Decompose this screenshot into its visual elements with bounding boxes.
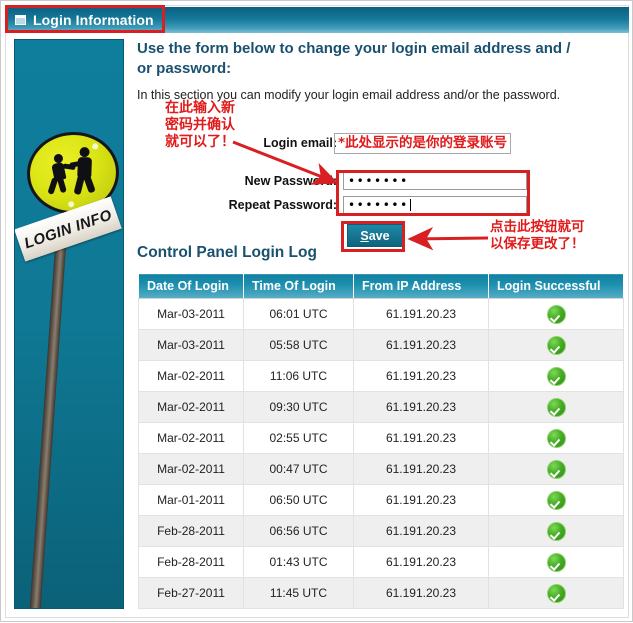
- cell-date: Mar-01-2011: [138, 484, 244, 516]
- sign-bolt-bottom: [67, 201, 75, 208]
- cell-success: [488, 577, 624, 609]
- cell-success: [488, 298, 624, 330]
- login-email-label: Login email:: [263, 136, 337, 150]
- table-row: Mar-02-2011 00:47 UTC 61.191.20.23: [138, 453, 624, 485]
- success-check-icon: [546, 304, 566, 324]
- table-row: Mar-01-2011 06:50 UTC 61.191.20.23: [138, 484, 624, 516]
- cell-ip: 61.191.20.23: [353, 453, 489, 485]
- cell-time: 05:58 UTC: [243, 329, 354, 361]
- success-check-icon: [546, 335, 566, 355]
- pedestrian-figure-b-head: [79, 146, 90, 158]
- success-check-icon: [546, 428, 566, 448]
- repeat-password-value: •••••••: [348, 198, 409, 212]
- annotation-note-left: 在此输入新 密码并确认 就可以了！: [165, 100, 235, 150]
- repeat-password-row: Repeat Password:: [137, 198, 337, 212]
- success-check-icon: [546, 490, 566, 510]
- login-log-table: Date Of Login Time Of Login From IP Addr…: [138, 273, 624, 609]
- cell-ip: 61.191.20.23: [353, 577, 489, 609]
- section-heading: Use the form below to change your login …: [137, 40, 571, 77]
- table-row: Feb-27-2011 11:45 UTC 61.191.20.23: [138, 577, 624, 609]
- save-button-accesskey: S: [360, 228, 369, 243]
- cell-success: [488, 329, 624, 361]
- table-row: Feb-28-2011 06:56 UTC 61.191.20.23: [138, 515, 624, 547]
- annotation-box-header: [5, 5, 165, 33]
- table-body: Mar-03-2011 06:01 UTC 61.191.20.23 Mar-03-2…: [138, 298, 624, 609]
- cell-ip: 61.191.20.23: [353, 484, 489, 516]
- cell-time: 02:55 UTC: [243, 422, 354, 454]
- success-check-icon: [546, 552, 566, 572]
- cell-time: 00:47 UTC: [243, 453, 354, 485]
- photo-sky: [15, 40, 123, 608]
- success-check-icon: [546, 366, 566, 386]
- cell-time: 11:06 UTC: [243, 360, 354, 392]
- cell-time: 09:30 UTC: [243, 391, 354, 423]
- cell-date: Mar-02-2011: [138, 391, 244, 423]
- table-row: Mar-02-2011 11:06 UTC 61.191.20.23: [138, 360, 624, 392]
- table-row: Mar-03-2011 05:58 UTC 61.191.20.23: [138, 329, 624, 361]
- new-password-value: •••••••: [348, 174, 409, 188]
- table-row: Mar-02-2011 09:30 UTC 61.191.20.23: [138, 391, 624, 423]
- success-check-icon: [546, 397, 566, 417]
- success-check-icon: [546, 583, 566, 603]
- save-button[interactable]: Save: [347, 224, 403, 247]
- annotation-note-right: *此处显示的是你的登录账号: [334, 133, 512, 154]
- cell-success: [488, 360, 624, 392]
- cell-date: Mar-02-2011: [138, 453, 244, 485]
- login-info-photo: LOGIN INFO: [14, 39, 124, 609]
- cell-time: 06:50 UTC: [243, 484, 354, 516]
- cell-date: Mar-03-2011: [138, 329, 244, 361]
- success-check-icon: [546, 521, 566, 541]
- new-password-input[interactable]: •••••••: [343, 172, 527, 190]
- save-button-label: ave: [368, 228, 390, 243]
- sign-bolt-top: [91, 143, 99, 150]
- cell-ip: 61.191.20.23: [353, 422, 489, 454]
- table-row: Mar-02-2011 02:55 UTC 61.191.20.23: [138, 422, 624, 454]
- annotation-note-save: 点击此按钮就可 以保存更改了！: [490, 219, 585, 252]
- cell-ip: 61.191.20.23: [353, 391, 489, 423]
- login-log-title: Control Panel Login Log: [137, 244, 317, 261]
- new-password-row: New Password:: [137, 174, 337, 188]
- pedestrian-figure-b-leg-back: [82, 173, 96, 194]
- pedestrian-figure-a-leg-back: [56, 176, 67, 194]
- cell-ip: 61.191.20.23: [353, 329, 489, 361]
- cell-success: [488, 515, 624, 547]
- repeat-password-input[interactable]: •••••••: [343, 196, 527, 214]
- text-cursor: [409, 199, 411, 211]
- success-check-icon: [546, 459, 566, 479]
- cell-time: 11:45 UTC: [243, 577, 354, 609]
- cell-success: [488, 484, 624, 516]
- cell-ip: 61.191.20.23: [353, 546, 489, 578]
- cell-ip: 61.191.20.23: [353, 515, 489, 547]
- cell-date: Mar-02-2011: [138, 422, 244, 454]
- page-frame: Login Information LOGIN INFO Use the for…: [0, 0, 633, 622]
- cell-success: [488, 422, 624, 454]
- cell-date: Mar-03-2011: [138, 298, 244, 330]
- cell-success: [488, 546, 624, 578]
- column-header-time[interactable]: Time Of Login: [243, 273, 354, 299]
- table-row: Mar-03-2011 06:01 UTC 61.191.20.23: [138, 298, 624, 330]
- column-header-success[interactable]: Login Successful: [488, 273, 624, 299]
- table-row: Feb-28-2011 01:43 UTC 61.191.20.23: [138, 546, 624, 578]
- cell-success: [488, 453, 624, 485]
- table-header-row: Date Of Login Time Of Login From IP Addr…: [138, 273, 624, 299]
- cell-ip: 61.191.20.23: [353, 360, 489, 392]
- cell-time: 01:43 UTC: [243, 546, 354, 578]
- cell-date: Feb-28-2011: [138, 515, 244, 547]
- column-header-ip[interactable]: From IP Address: [353, 273, 489, 299]
- cell-time: 06:56 UTC: [243, 515, 354, 547]
- cell-date: Mar-02-2011: [138, 360, 244, 392]
- cell-date: Feb-28-2011: [138, 546, 244, 578]
- cell-ip: 61.191.20.23: [353, 298, 489, 330]
- repeat-password-label: Repeat Password:: [228, 198, 337, 212]
- cell-date: Feb-27-2011: [138, 577, 244, 609]
- column-header-date[interactable]: Date Of Login: [138, 273, 244, 299]
- new-password-label: New Password:: [244, 174, 337, 188]
- cell-success: [488, 391, 624, 423]
- cell-time: 06:01 UTC: [243, 298, 354, 330]
